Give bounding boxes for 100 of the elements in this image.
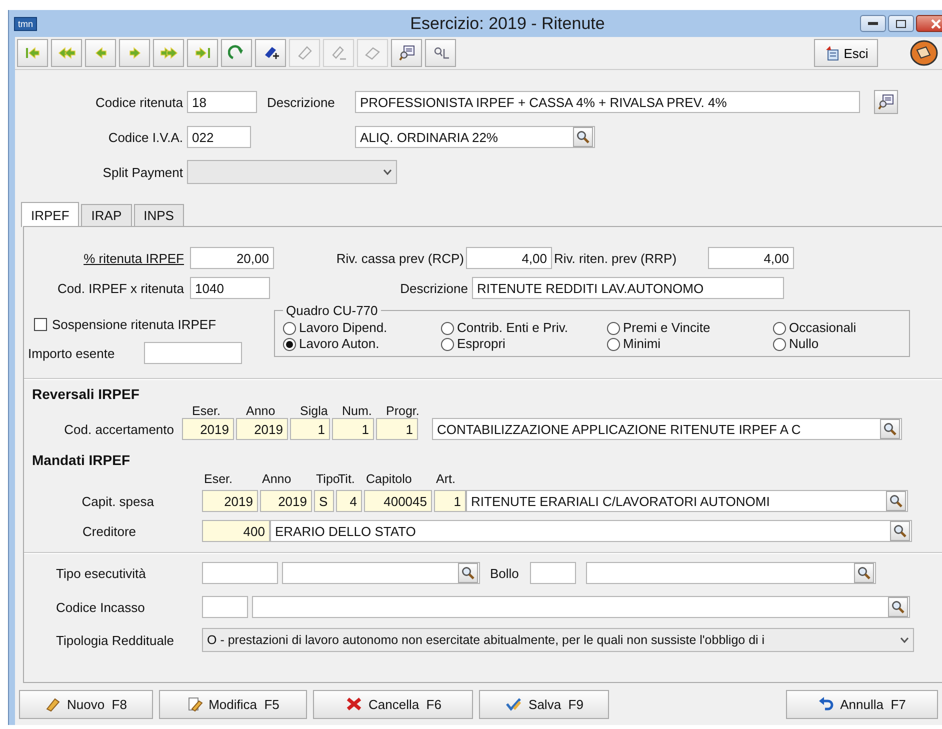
radio-option[interactable]: Premi e Vincite xyxy=(607,320,773,336)
field-label: Creditore xyxy=(82,524,136,538)
toolbar-button[interactable] xyxy=(221,39,252,67)
field-label: Codice I.V.A. xyxy=(107,130,183,144)
minimize-icon xyxy=(868,22,878,26)
checkbox[interactable] xyxy=(34,318,47,331)
search-button[interactable] xyxy=(874,90,898,114)
field-label: Tipo esecutività xyxy=(56,566,147,580)
search-button[interactable] xyxy=(880,419,900,439)
search-icon xyxy=(893,524,907,538)
radio-option[interactable]: Lavoro Dipend. xyxy=(283,320,441,336)
radio-button[interactable] xyxy=(441,338,454,350)
toolbar-button[interactable] xyxy=(255,39,286,67)
field-label: % ritenuta IRPEF xyxy=(82,250,184,266)
radio-option[interactable]: Occasionali xyxy=(773,320,901,336)
radio-button[interactable] xyxy=(773,338,786,350)
lookup-field[interactable] xyxy=(282,562,480,584)
radio-button[interactable] xyxy=(607,338,620,350)
input-field[interactable]: 022 xyxy=(187,126,251,148)
input-field[interactable] xyxy=(202,596,248,618)
tab[interactable]: IRAP xyxy=(81,204,132,226)
action-button[interactable]: Nuovo F8 xyxy=(19,690,153,718)
dropdown[interactable]: O - prestazioni di lavoro autonomo non esercitate abitualmente, per le quali non sussiste l'obbligo di i xyxy=(202,628,914,652)
column-header: Anno xyxy=(261,472,292,486)
lookup-field[interactable] xyxy=(252,596,910,618)
radio-button[interactable] xyxy=(283,338,296,350)
input-field[interactable]: 2019 xyxy=(202,490,258,512)
input-field[interactable]: 4,00 xyxy=(708,247,794,269)
input-field[interactable]: S xyxy=(314,490,334,512)
lookup-field[interactable]: CONTABILIZZAZIONE APPLICAZIONE RITENUTE IRPEF A C xyxy=(432,418,902,440)
radio-button[interactable] xyxy=(773,322,786,334)
radio-button[interactable] xyxy=(441,322,454,334)
search-icon xyxy=(889,494,903,508)
field-label: Codice ritenuta xyxy=(94,94,183,110)
radio-button[interactable] xyxy=(283,322,296,334)
app-badge: tmn xyxy=(14,16,38,30)
search-button[interactable] xyxy=(854,563,874,583)
close-icon xyxy=(931,18,941,28)
input-field[interactable]: 1 xyxy=(434,490,466,512)
action-button[interactable]: Modifica F5 xyxy=(159,690,307,718)
document-search-icon xyxy=(877,93,895,111)
cross-icon xyxy=(344,696,362,712)
search-button[interactable] xyxy=(886,491,906,511)
input-field[interactable]: 2019 xyxy=(182,418,234,440)
section-title: Reversali IRPEF xyxy=(32,386,140,402)
pencil-minus-icon xyxy=(330,44,348,62)
input-field[interactable]: PROFESSIONISTA IRPEF + CASSA 4% + RIVALSA PREV. 4% xyxy=(355,91,860,113)
field-label: Riv. cassa prev (RCP) xyxy=(335,250,464,266)
search-button[interactable] xyxy=(573,127,593,147)
field-label: Cod. IRPEF x ritenuta xyxy=(56,280,184,296)
cancel-button[interactable]: Annulla F7 xyxy=(786,690,938,718)
caret-icon xyxy=(900,637,909,643)
field-label: Tipologia Reddituale xyxy=(56,632,176,648)
column-header: Anno xyxy=(245,404,276,418)
lookup-field[interactable]: ALIQ. ORDINARIA 22% xyxy=(355,126,595,148)
toolbar-button[interactable] xyxy=(391,39,422,67)
maximize-button[interactable] xyxy=(888,15,914,32)
input-field[interactable]: 400045 xyxy=(364,490,432,512)
document-pencil-icon xyxy=(186,696,203,712)
input-field[interactable]: 4 xyxy=(336,490,362,512)
radio-button[interactable] xyxy=(607,322,620,334)
input-field[interactable]: 1 xyxy=(332,418,374,440)
input-field[interactable]: 18 xyxy=(187,91,257,113)
radio-option[interactable]: Contrib. Enti e Priv. xyxy=(441,320,607,336)
field-label: Riv. riten. prev (RRP) xyxy=(554,250,678,266)
input-field[interactable]: 2019 xyxy=(260,490,312,512)
toolbar-button[interactable] xyxy=(425,39,456,67)
lookup-field[interactable]: RITENUTE ERARIALI C/LAVORATORI AUTONOMI xyxy=(466,490,908,512)
input-field[interactable]: 4,00 xyxy=(466,247,552,269)
input-field[interactable]: 20,00 xyxy=(190,247,274,269)
radio-option[interactable]: Espropri xyxy=(441,336,607,352)
input-field[interactable] xyxy=(202,562,278,584)
tab[interactable]: INPS xyxy=(134,204,184,226)
tab[interactable]: IRPEF xyxy=(21,202,80,227)
search-icon xyxy=(857,566,871,580)
exit-button[interactable]: Esci xyxy=(814,39,878,67)
action-button[interactable]: Salva F9 xyxy=(479,690,609,718)
input-field[interactable]: 1 xyxy=(376,418,418,440)
search-button[interactable] xyxy=(890,521,910,541)
action-button[interactable]: Cancella F6 xyxy=(313,690,473,718)
input-field[interactable]: RITENUTE REDDITI LAV.AUTONOMO xyxy=(472,277,784,299)
column-header: Num. xyxy=(341,404,373,418)
lookup-field[interactable]: ERARIO DELLO STATO xyxy=(270,520,912,542)
field-label: Descrizione xyxy=(399,280,468,296)
input-field[interactable]: 1040 xyxy=(190,277,270,299)
field-value: RITENUTE ERARIALI C/LAVORATORI AUTONOMI xyxy=(471,494,770,508)
input-field[interactable]: 400 xyxy=(202,520,270,542)
input-field[interactable] xyxy=(530,562,576,584)
input-field[interactable]: 1 xyxy=(290,418,330,440)
field-value: ALIQ. ORDINARIA 22% xyxy=(360,130,498,144)
field-label: Cod. accertamento xyxy=(63,422,174,436)
input-field[interactable] xyxy=(144,342,242,364)
minimize-button[interactable] xyxy=(860,15,886,32)
search-button[interactable] xyxy=(888,597,908,617)
radio-option[interactable]: Nullo xyxy=(773,336,901,352)
lookup-field[interactable] xyxy=(586,562,876,584)
input-field[interactable]: 2019 xyxy=(236,418,288,440)
radio-option[interactable]: Lavoro Auton. xyxy=(283,336,441,352)
radio-option[interactable]: Minimi xyxy=(607,336,773,352)
search-button[interactable] xyxy=(458,563,478,583)
